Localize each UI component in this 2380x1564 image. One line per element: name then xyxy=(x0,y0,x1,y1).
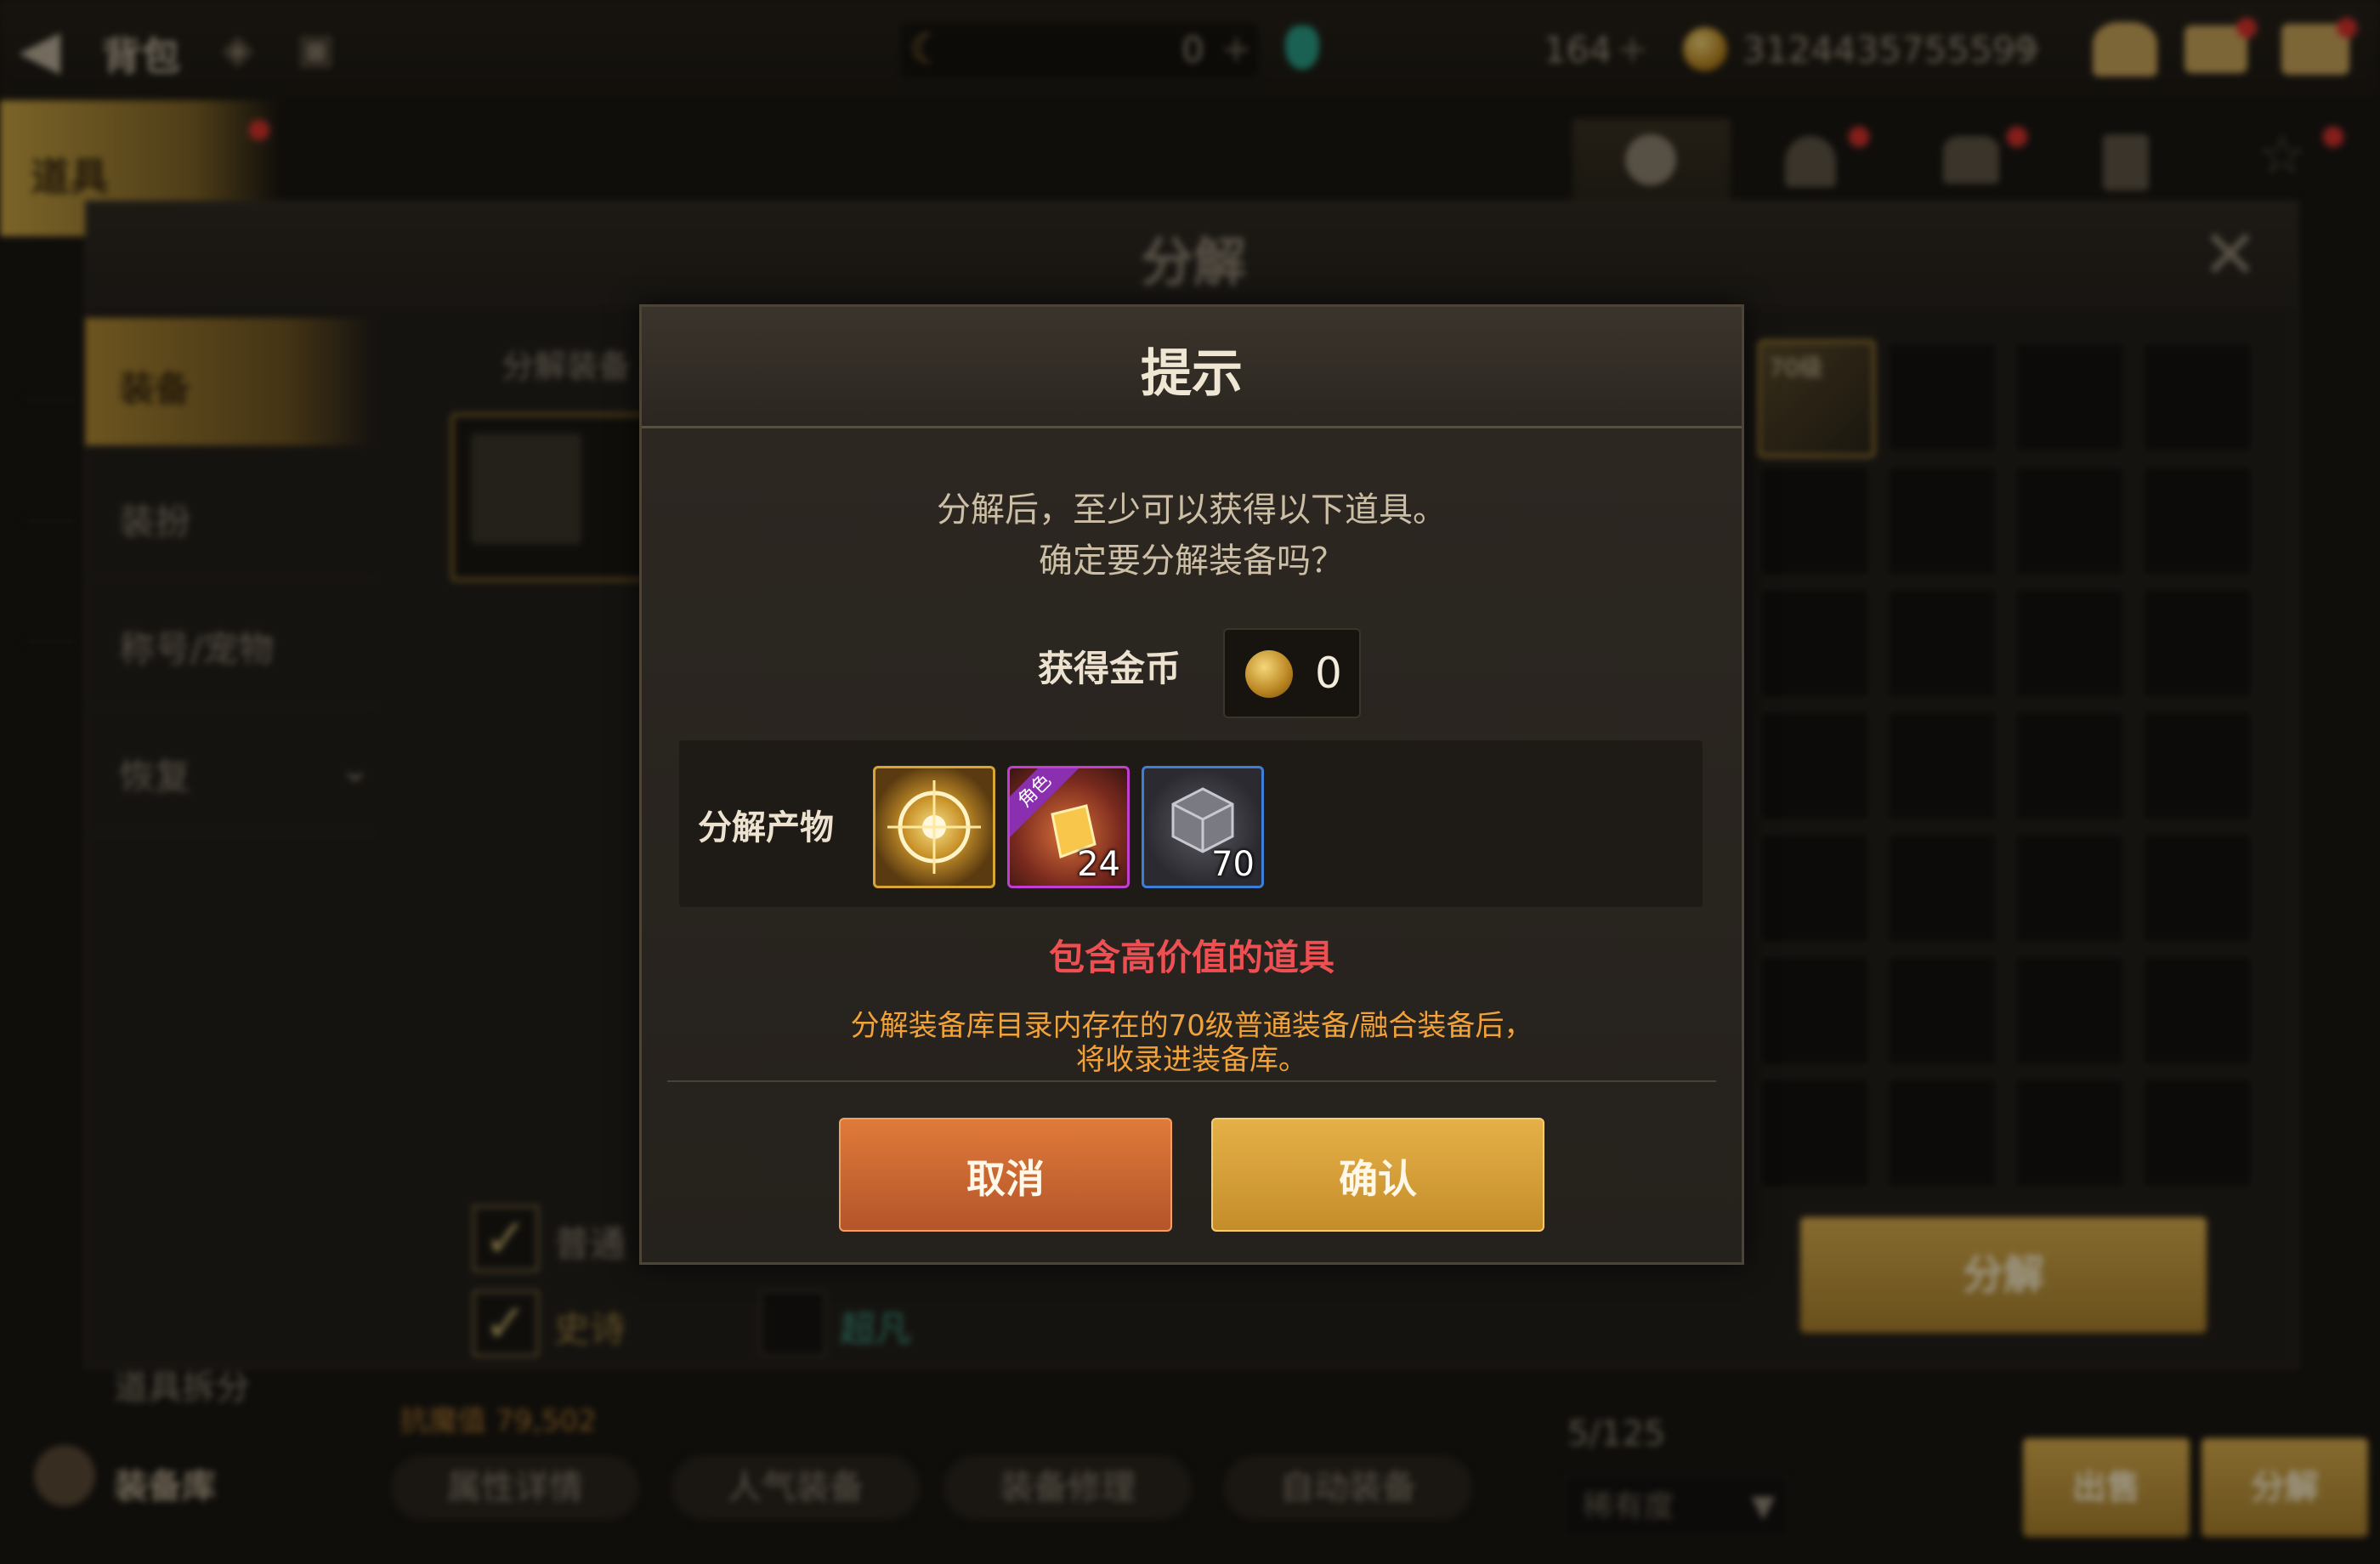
dialog-divider xyxy=(667,1080,1716,1082)
gold-reward-box: 0 xyxy=(1223,628,1361,718)
dialog-message-line2: 确定要分解装备吗？ xyxy=(1039,541,1345,581)
dialog-message-line1: 分解后，至少可以获得以下道具。 xyxy=(937,490,1447,530)
high-value-warning: 包含高价值的道具 xyxy=(1048,937,1334,978)
cancel-button-label: 取消 xyxy=(966,1156,1045,1202)
role-crystal-count: 24 xyxy=(1077,845,1120,884)
cancel-button[interactable]: 取消 xyxy=(839,1118,1172,1232)
products-panel: 分解产物 角色 24 70 xyxy=(679,740,1703,907)
dialog-title: 提示 xyxy=(1141,344,1243,404)
gold-reward-label: 获得金币 xyxy=(1038,648,1182,689)
golden-orb-icon xyxy=(887,780,981,874)
golden-orb-item[interactable] xyxy=(873,766,995,888)
gold-reward-value: 0 xyxy=(1315,649,1342,698)
confirm-dialog: 提示 分解后，至少可以获得以下道具。 确定要分解装备吗？ 获得金币 0 分解产物… xyxy=(639,304,1744,1265)
dialog-header: 提示 xyxy=(642,307,1742,428)
confirm-button-label: 确认 xyxy=(1339,1156,1417,1202)
gold-coin-icon xyxy=(1245,650,1293,698)
role-crystal-item[interactable]: 角色 24 xyxy=(1007,766,1130,888)
grey-cube-count: 70 xyxy=(1211,845,1255,884)
storage-note-line2: 将收录进装备库。 xyxy=(1076,1043,1307,1077)
grey-cube-item[interactable]: 70 xyxy=(1142,766,1264,888)
products-label: 分解产物 xyxy=(698,808,834,847)
confirm-button[interactable]: 确认 xyxy=(1211,1118,1544,1232)
